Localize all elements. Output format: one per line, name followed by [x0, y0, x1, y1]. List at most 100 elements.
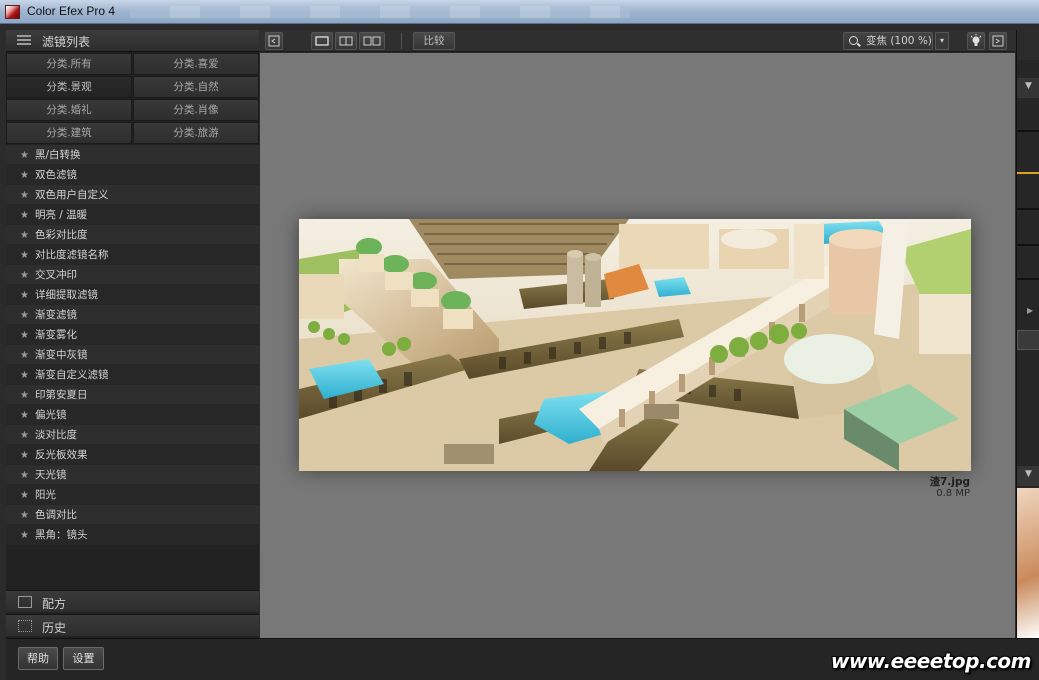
- image-size: 0.8 MP: [936, 488, 970, 499]
- category-wedding[interactable]: 分类.婚礼: [6, 99, 132, 121]
- star-icon[interactable]: ★: [20, 170, 29, 181]
- star-icon[interactable]: ★: [20, 250, 29, 261]
- side-by-side-view-button[interactable]: [359, 32, 385, 50]
- star-icon[interactable]: ★: [20, 530, 29, 541]
- filter-item[interactable]: ★ 色彩对比度: [6, 225, 259, 245]
- triangle-right-icon: ▶: [1027, 306, 1034, 315]
- preview-image[interactable]: [299, 219, 971, 471]
- filter-item[interactable]: ★ 明亮 / 温暖: [6, 205, 259, 225]
- filter-list-title: 滤镜列表: [42, 35, 91, 49]
- history-icon: [18, 620, 32, 632]
- star-icon[interactable]: ★: [20, 410, 29, 421]
- preview-toolbar: 比较 变焦 (100 %) ▾: [259, 30, 1016, 52]
- slider-track[interactable]: [1017, 208, 1039, 210]
- left-panel: 滤镜列表 分类.所有 分类.喜爱 分类.景观 分类.自然 分类.婚礼 分类.肖像…: [6, 30, 259, 638]
- right-panel: ▼ ▶ ▼: [1016, 30, 1039, 638]
- filter-item[interactable]: ★ 交叉冲印: [6, 265, 259, 285]
- slider-track-active[interactable]: [1017, 172, 1039, 174]
- star-icon[interactable]: ★: [20, 350, 29, 361]
- category-favorites[interactable]: 分类.喜爱: [133, 53, 259, 75]
- hide-left-panel-button[interactable]: [265, 32, 283, 50]
- slider-track[interactable]: [1017, 278, 1039, 280]
- recipes-section[interactable]: 配方: [6, 590, 259, 612]
- right-panel-header: [1017, 30, 1039, 60]
- single-view-button[interactable]: [311, 32, 333, 50]
- split-view-icon: [339, 36, 353, 46]
- filter-item[interactable]: ★ 详细提取滤镜: [6, 285, 259, 305]
- star-icon[interactable]: ★: [20, 270, 29, 281]
- lightbulb-icon: [970, 34, 982, 46]
- star-icon[interactable]: ★: [20, 330, 29, 341]
- filter-item[interactable]: ★ 反光板效果: [6, 445, 259, 465]
- recipes-icon: [18, 596, 32, 608]
- category-architecture[interactable]: 分类.建筑: [6, 122, 132, 144]
- recipes-label: 配方: [42, 597, 67, 611]
- filter-item[interactable]: ★ 对比度滤镜名称: [6, 245, 259, 265]
- panel-toggle-right-icon: [992, 35, 1004, 47]
- split-view-button[interactable]: [335, 32, 357, 50]
- help-button[interactable]: 帮助: [18, 647, 58, 670]
- settings-button[interactable]: 设置: [63, 647, 104, 670]
- star-icon[interactable]: ★: [20, 490, 29, 501]
- loupe-button[interactable]: [967, 32, 985, 50]
- filter-item[interactable]: ★ 黑/白转换: [6, 145, 259, 165]
- star-icon[interactable]: ★: [20, 190, 29, 201]
- category-all[interactable]: 分类.所有: [6, 53, 132, 75]
- zoom-control[interactable]: 变焦 (100 %): [843, 32, 933, 50]
- filter-item[interactable]: ★ 偏光镜: [6, 405, 259, 425]
- filter-item[interactable]: ★ 渐变中灰镜: [6, 345, 259, 365]
- star-icon[interactable]: ★: [20, 430, 29, 441]
- filter-item[interactable]: ★ 阳光: [6, 485, 259, 505]
- filter-item[interactable]: ★ 双色滤镜: [6, 165, 259, 185]
- star-icon[interactable]: ★: [20, 470, 29, 481]
- filter-item[interactable]: ★ 淡对比度: [6, 425, 259, 445]
- panel-toggle-icon: [268, 35, 280, 47]
- hide-right-panel-button[interactable]: [989, 32, 1007, 50]
- star-icon[interactable]: ★: [20, 230, 29, 241]
- loupe-section-header[interactable]: ▼: [1017, 466, 1039, 486]
- right-panel-expand-row[interactable]: ▶: [1017, 306, 1039, 320]
- single-view-icon: [315, 36, 329, 46]
- filter-list: ★ 黑/白转换 ★ 双色滤镜 ★ 双色用户自定义 ★ 明亮 / 温暖 ★ 色彩对比度 ★ 对…: [6, 145, 259, 545]
- star-icon[interactable]: ★: [20, 290, 29, 301]
- triangle-down-icon: ▼: [1025, 469, 1032, 479]
- right-panel-collapse-row[interactable]: ▼: [1017, 78, 1039, 98]
- star-icon[interactable]: ★: [20, 150, 29, 161]
- title-bar-blurred-area: [130, 6, 630, 18]
- slider-track[interactable]: [1017, 130, 1039, 132]
- side-by-side-icon: [363, 36, 381, 46]
- star-icon[interactable]: ★: [20, 310, 29, 321]
- preview-canvas[interactable]: 渣7.jpg 0.8 MP: [260, 53, 1015, 638]
- architecture-render-image: [299, 219, 971, 471]
- compare-button[interactable]: 比较: [413, 32, 455, 50]
- filter-item[interactable]: ★ 双色用户自定义: [6, 185, 259, 205]
- filter-item[interactable]: ★ 渐变雾化: [6, 325, 259, 345]
- right-panel-button[interactable]: [1017, 330, 1039, 350]
- zoom-dropdown-button[interactable]: ▾: [935, 32, 949, 50]
- slider-track[interactable]: [1017, 244, 1039, 246]
- toolbar-divider: [401, 33, 402, 49]
- star-icon[interactable]: ★: [20, 390, 29, 401]
- category-portrait[interactable]: 分类.肖像: [133, 99, 259, 121]
- star-icon[interactable]: ★: [20, 370, 29, 381]
- filter-item[interactable]: ★ 天光镜: [6, 465, 259, 485]
- filter-item[interactable]: ★ 印第安夏日: [6, 385, 259, 405]
- star-icon[interactable]: ★: [20, 210, 29, 221]
- history-label: 历史: [42, 621, 67, 635]
- category-landscape[interactable]: 分类.景观: [6, 76, 132, 98]
- filter-list-header[interactable]: 滤镜列表: [6, 30, 259, 52]
- magnifier-icon: [849, 36, 858, 45]
- star-icon[interactable]: ★: [20, 510, 29, 521]
- filter-item[interactable]: ★ 黑角：镜头: [6, 525, 259, 545]
- bottom-bar: 帮助 设置 www.eeeetop.com: [6, 638, 1039, 680]
- history-section[interactable]: 历史: [6, 614, 259, 636]
- filter-item[interactable]: ★ 渐变自定义滤镜: [6, 365, 259, 385]
- app-icon: [5, 5, 20, 19]
- triangle-down-icon: ▼: [1025, 81, 1032, 91]
- category-nature[interactable]: 分类.自然: [133, 76, 259, 98]
- category-travel[interactable]: 分类.旅游: [133, 122, 259, 144]
- window-title: Color Efex Pro 4: [27, 4, 116, 18]
- star-icon[interactable]: ★: [20, 450, 29, 461]
- filter-item[interactable]: ★ 色调对比: [6, 505, 259, 525]
- filter-item[interactable]: ★ 渐变滤镜: [6, 305, 259, 325]
